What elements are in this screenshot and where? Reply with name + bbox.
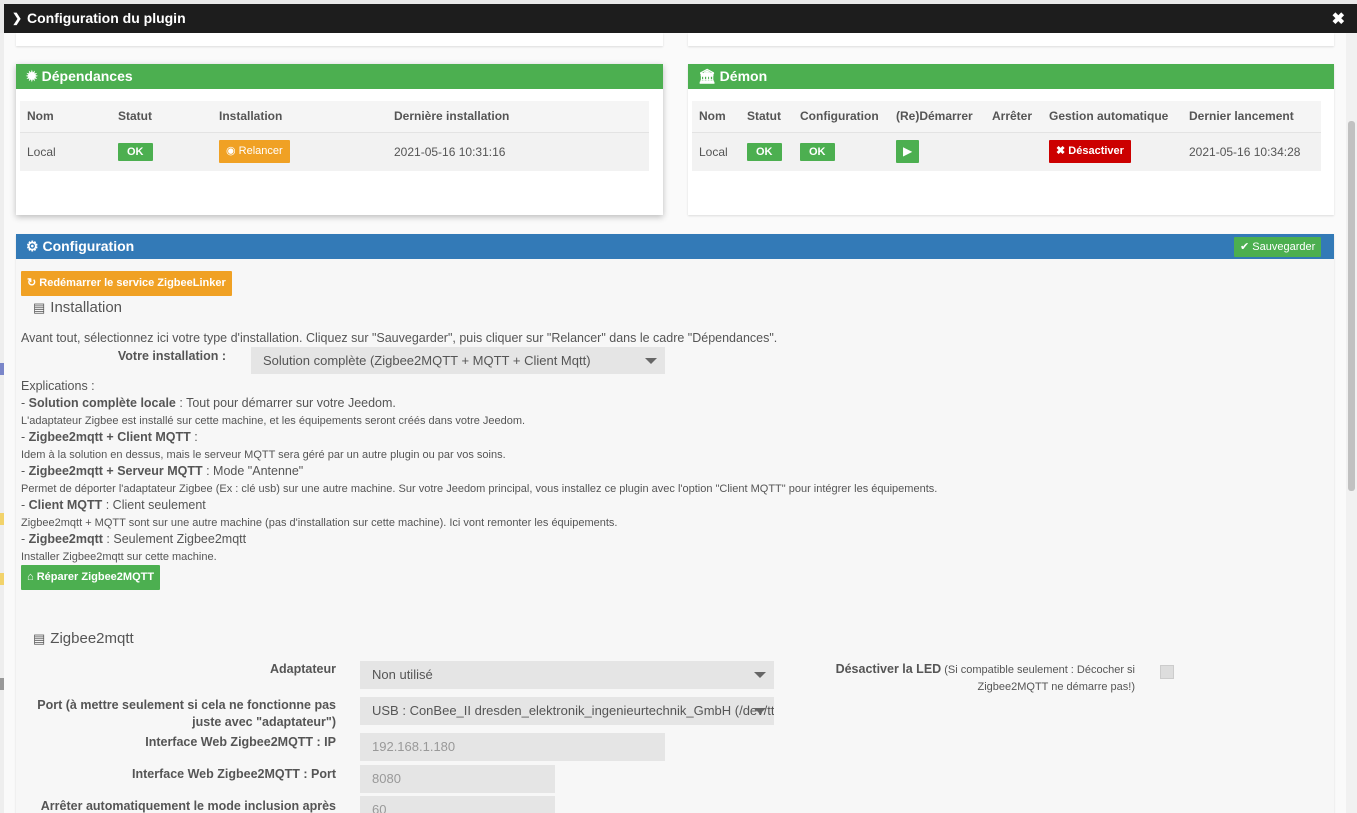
installation-intro: Avant tout, sélectionnez ici votre type … [21,331,778,345]
explication-item-2: - Zigbee2mqtt + Client MQTT : [21,430,198,444]
explication-item-3: - Zigbee2mqtt + Serveur MQTT : Mode "Ant… [21,464,304,478]
webport-input[interactable]: 8080 [360,765,555,793]
relancer-button[interactable]: ◉ Relancer [219,140,290,164]
relancer-label: Relancer [238,145,283,158]
desactiver-button[interactable]: ✖ Désactiver [1049,140,1131,164]
gear-icon: ✹ [26,68,38,84]
refresh-icon: ↻ [27,277,37,289]
explication-item-5: - Zigbee2mqtt : Seulement Zigbee2mqtt [21,532,247,546]
card-top-remnant-left [16,33,663,46]
explication-desc-2: Idem à la solution en dessus, mais le se… [21,449,506,461]
list-icon: ▤ [33,631,46,646]
cell-dernier-lancement: 2021-05-16 10:34:28 [1182,131,1321,171]
demon-title: Démon [719,68,768,84]
scrollbar[interactable] [1346,33,1357,813]
adaptateur-value: Non utilisé [372,667,433,682]
explication-desc-4: Zigbee2mqtt + MQTT sont sur une autre ma… [21,517,618,529]
modal-header: ❯ Configuration du plugin ✖ [4,4,1357,33]
explication-item-1: - Solution complète locale : Tout pour d… [21,396,396,410]
bank-icon: 🏛 [698,68,716,84]
repair-zigbee2mqtt-button[interactable]: ⌂ Réparer Zigbee2MQTT [21,565,161,590]
caret-down-icon [754,708,766,714]
save-button[interactable]: ✔ Sauvegarder [1234,237,1322,257]
start-daemon-button[interactable]: ▶ [896,140,920,164]
inclusion-input[interactable]: 60 [360,796,555,813]
ip-label: Interface Web Zigbee2MQTT : IP [145,735,336,749]
restart-service-button[interactable]: ↻ Redémarrer le service ZigbeeLinker [21,271,232,296]
caret-down-icon [754,672,766,678]
list-icon: ▤ [33,300,46,315]
chevron-right-icon: ❯ [12,11,23,25]
modal-title: Configuration du plugin [27,10,186,26]
port-select[interactable]: USB : ConBee_II dresden_elektronik_ingen… [360,697,774,725]
port-label: Port (à mettre seulement si cela ne fonc… [37,698,336,729]
explication-desc-1: L'adaptateur Zigbee est installé sur cet… [21,415,526,427]
modal-body: ✹ Dépendances Nom Statut Installation De… [4,33,1357,813]
col-arreter: Arrêter [985,101,1042,132]
repair-label: Réparer Zigbee2MQTT [36,571,155,583]
cell-nom: Local [20,131,111,171]
table-row: Local OK OK ▶ ✖ Désactiver 2021-05-16 10… [692,131,1321,171]
adaptateur-select[interactable]: Non utilisé [360,661,774,689]
col-configuration: Configuration [793,101,889,132]
times-icon: ✖ [1056,145,1066,158]
bicycle-icon: ◉ [226,145,236,158]
save-label: Sauvegarder [1252,241,1316,253]
installation-section-title: ▤ Installation [33,299,123,316]
cell-nom: Local [692,131,740,171]
scrollbar-thumb[interactable] [1348,121,1355,491]
col-statut: Statut [740,101,793,132]
inclusion-label: Arrêter automatiquement le mode inclusio… [40,799,336,813]
home-icon: ⌂ [27,571,34,583]
check-circle-icon: ✔ [1240,241,1250,253]
card-top-remnant-right [688,33,1334,46]
explication-item-4: - Client MQTT : Client seulement [21,498,206,512]
restart-service-label: Redémarrer le service ZigbeeLinker [39,277,226,289]
col-nom: Nom [20,101,111,132]
table-row: Local OK ◉ Relancer 2021-05-16 10:31:16 [20,131,649,171]
col-derniere-installation: Dernière installation [387,101,649,132]
adaptateur-label: Adaptateur [270,662,336,676]
configuration-header: ⚙ Configuration [16,234,1334,259]
dependances-title: Dépendances [41,68,133,84]
dependances-table: Nom Statut Installation Dernière install… [20,101,649,171]
led-label: Désactiver la LED (Si compatible seuleme… [835,662,1135,693]
cell-derniere-installation: 2021-05-16 10:31:16 [387,131,649,171]
col-gestion-automatique: Gestion automatique [1042,101,1182,132]
port-value: USB : ConBee_II dresden_elektronik_ingen… [372,703,774,718]
cogs-icon: ⚙ [26,238,39,254]
cell-arreter [985,131,1042,171]
status-badge: OK [747,142,782,161]
configuration-title: Configuration [42,238,135,254]
col-dernier-lancement: Dernier lancement [1182,101,1321,132]
col-statut: Statut [111,101,212,132]
play-icon: ▶ [903,144,913,159]
installation-select-value: Solution complète (Zigbee2MQTT + MQTT + … [263,353,591,368]
caret-down-icon [645,358,657,364]
explications-label: Explications : [21,379,95,393]
configuration-badge: OK [800,142,835,161]
dependances-header: ✹ Dépendances [16,64,663,89]
dependances-card: ✹ Dépendances Nom Statut Installation De… [16,64,663,215]
col-nom: Nom [692,101,740,132]
col-installation: Installation [212,101,387,132]
installation-select[interactable]: Solution complète (Zigbee2MQTT + MQTT + … [251,347,665,374]
close-icon[interactable]: ✖ [1332,9,1345,29]
explication-desc-3: Permet de déporter l'adaptateur Zigbee (… [21,483,938,495]
desactiver-label: Désactiver [1068,145,1124,158]
installation-select-label: Votre installation : [117,349,226,363]
status-badge: OK [118,142,153,161]
zigbee2mqtt-section-title: ▤ Zigbee2mqtt [33,630,134,647]
demon-header: 🏛 Démon [688,64,1334,89]
configuration-panel: ⚙ Configuration ✔ Sauvegarder ↻ Redémarr… [16,234,1334,813]
disable-led-checkbox[interactable] [1160,665,1174,679]
col-redemarrer: (Re)Démarrer [889,101,985,132]
demon-card: 🏛 Démon Nom Statut Configuration (Re)Dém… [688,64,1334,215]
explication-desc-5: Installer Zigbee2mqtt sur cette machine. [21,551,217,563]
demon-table: Nom Statut Configuration (Re)Démarrer Ar… [692,101,1321,171]
webport-label: Interface Web Zigbee2MQTT : Port [132,767,336,781]
ip-input[interactable]: 192.168.1.180 [360,733,665,761]
